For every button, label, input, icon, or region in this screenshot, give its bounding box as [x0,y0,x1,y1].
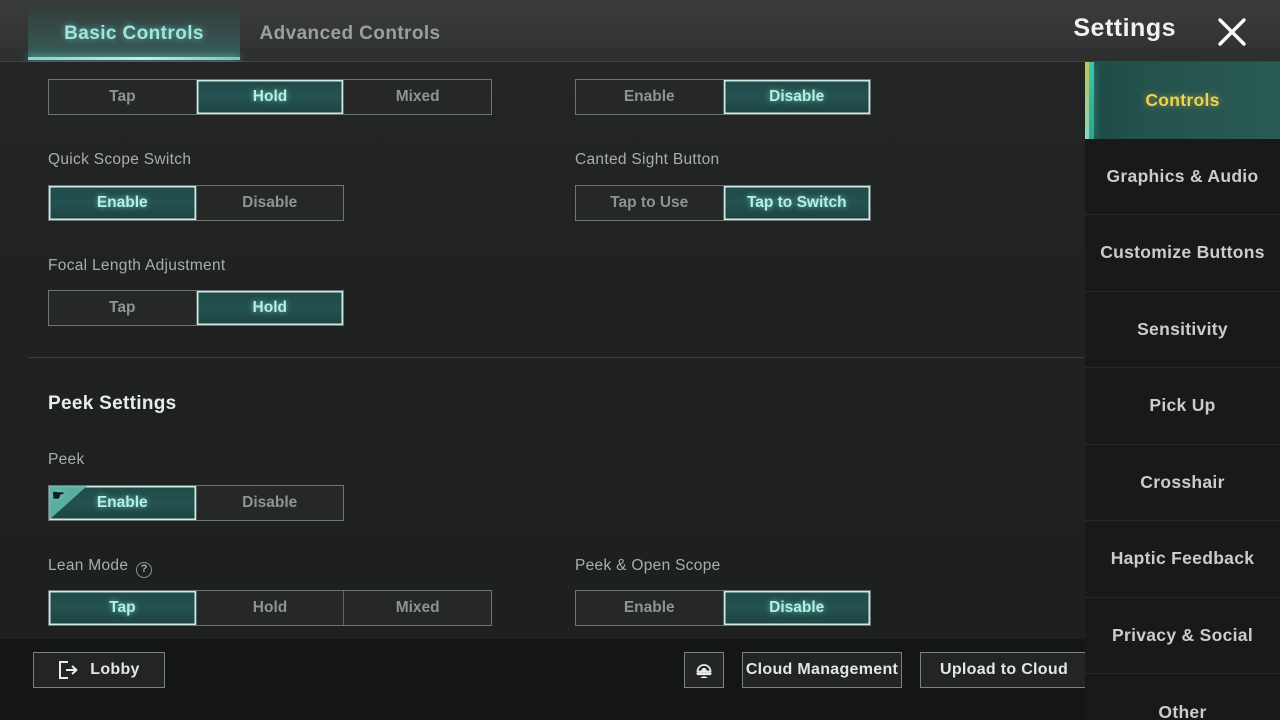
sidebar-item-label: Graphics & Audio [1106,165,1259,186]
tab-advanced-controls-label: Advanced Controls [259,23,441,44]
hand-cursor-icon: ☛ [49,486,87,520]
sidebar-item-privacy-social[interactable]: Privacy & Social [1085,597,1280,674]
lobby-button[interactable]: Lobby [33,652,165,688]
question-mark-icon[interactable]: ? [136,562,153,578]
sidebar-item-graphics-audio[interactable]: Graphics & Audio [1085,138,1280,215]
toggle-option[interactable]: Enable [576,591,723,625]
account-helmet-button[interactable] [684,652,724,688]
toggle-option-selected[interactable]: Tap [49,591,196,625]
toggle-scrolled-left[interactable]: Tap Hold Mixed [48,79,492,115]
section-divider [28,357,1084,358]
toggle-option-selected[interactable]: Disable [722,591,870,625]
cloud-management-button[interactable]: Cloud Management [742,652,902,688]
close-icon[interactable] [1210,10,1254,54]
toggle-option[interactable]: Tap [49,80,196,114]
toggle-option[interactable]: Disable [195,186,344,220]
sidebar-item-label: Pick Up [1149,395,1216,416]
toggle-option-selected[interactable]: ☛ Enable [49,486,196,520]
toggle-quick-scope-switch[interactable]: Enable Disable [48,185,344,221]
toggle-option[interactable]: Hold [195,591,344,625]
toggle-option[interactable]: Mixed [343,80,491,114]
label-quick-scope-switch: Quick Scope Switch [48,151,192,168]
section-title-peek-settings: Peek Settings [48,393,177,414]
settings-screen: Basic Controls Advanced Controls Setting… [0,0,1280,720]
sidebar-item-other[interactable]: Other [1085,674,1280,720]
toggle-option[interactable]: Tap [49,291,196,325]
toggle-lean-mode[interactable]: Tap Hold Mixed [48,590,492,626]
sidebar-item-label: Haptic Feedback [1110,548,1255,569]
toggle-option-selected[interactable]: Hold [195,80,344,114]
toggle-option-selected[interactable]: Tap to Switch [722,186,870,220]
toggle-focal-length-adjustment[interactable]: Tap Hold [48,290,344,326]
sidebar-item-sensitivity[interactable]: Sensitivity [1085,291,1280,368]
toggle-option[interactable]: Mixed [343,591,491,625]
sidebar-item-haptic-feedback[interactable]: Haptic Feedback [1085,521,1280,598]
toggle-option[interactable]: Disable [195,486,344,520]
toggle-peek-and-open-scope[interactable]: Enable Disable [575,590,871,626]
cloud-management-label: Cloud Management [745,661,899,678]
upload-to-cloud-label: Upload to Cloud [939,661,1069,678]
label-peek: Peek [48,451,85,468]
sidebar-item-label: Customize Buttons [1100,242,1265,263]
label-lean-mode: Lean Mode? [48,557,153,578]
exit-icon [58,661,78,679]
toggle-option-selected[interactable]: Disable [722,80,870,114]
sidebar-item-customize-buttons[interactable]: Customize Buttons [1085,215,1280,292]
helmet-icon [692,658,716,682]
toggle-option-label: Enable [96,494,148,511]
toggle-scrolled-right[interactable]: Enable Disable [575,79,871,115]
sidebar-item-crosshair[interactable]: Crosshair [1085,444,1280,521]
tab-basic-controls-label: Basic Controls [64,23,204,44]
upload-to-cloud-button[interactable]: Upload to Cloud [920,652,1088,688]
sidebar-item-controls[interactable]: Controls [1085,62,1280,139]
sidebar-item-label: Privacy & Social [1112,624,1253,645]
settings-content-panel: Tap Hold Mixed Enable Disable Quick Scop… [0,62,1085,639]
sidebar-item-label: Crosshair [1140,471,1225,492]
sidebar-item-label: Controls [1145,89,1220,110]
label-canted-sight-button: Canted Sight Button [575,151,720,168]
page-title: Settings [1073,14,1176,42]
top-bar: Basic Controls Advanced Controls Setting… [0,0,1280,62]
tab-basic-controls[interactable]: Basic Controls [28,8,240,60]
tab-advanced-controls[interactable]: Advanced Controls [240,8,460,60]
toggle-option-selected[interactable]: Hold [195,291,343,325]
sidebar-item-label: Other [1158,701,1207,720]
settings-sidebar[interactable]: Controls Graphics & Audio Customize Butt… [1085,62,1280,720]
toggle-peek[interactable]: ☛ Enable Disable [48,485,344,521]
sidebar-item-label: Sensitivity [1137,318,1228,339]
label-peek-and-open-scope: Peek & Open Scope [575,557,721,574]
toggle-option[interactable]: Enable [576,80,723,114]
toggle-option[interactable]: Tap to Use [576,186,723,220]
lobby-button-label: Lobby [90,661,140,678]
toggle-option-selected[interactable]: Enable [49,186,196,220]
sidebar-item-pick-up[interactable]: Pick Up [1085,368,1280,445]
toggle-canted-sight-button[interactable]: Tap to Use Tap to Switch [575,185,871,221]
label-focal-length-adjustment: Focal Length Adjustment [48,257,226,274]
label-lean-mode-text: Lean Mode [48,557,129,574]
